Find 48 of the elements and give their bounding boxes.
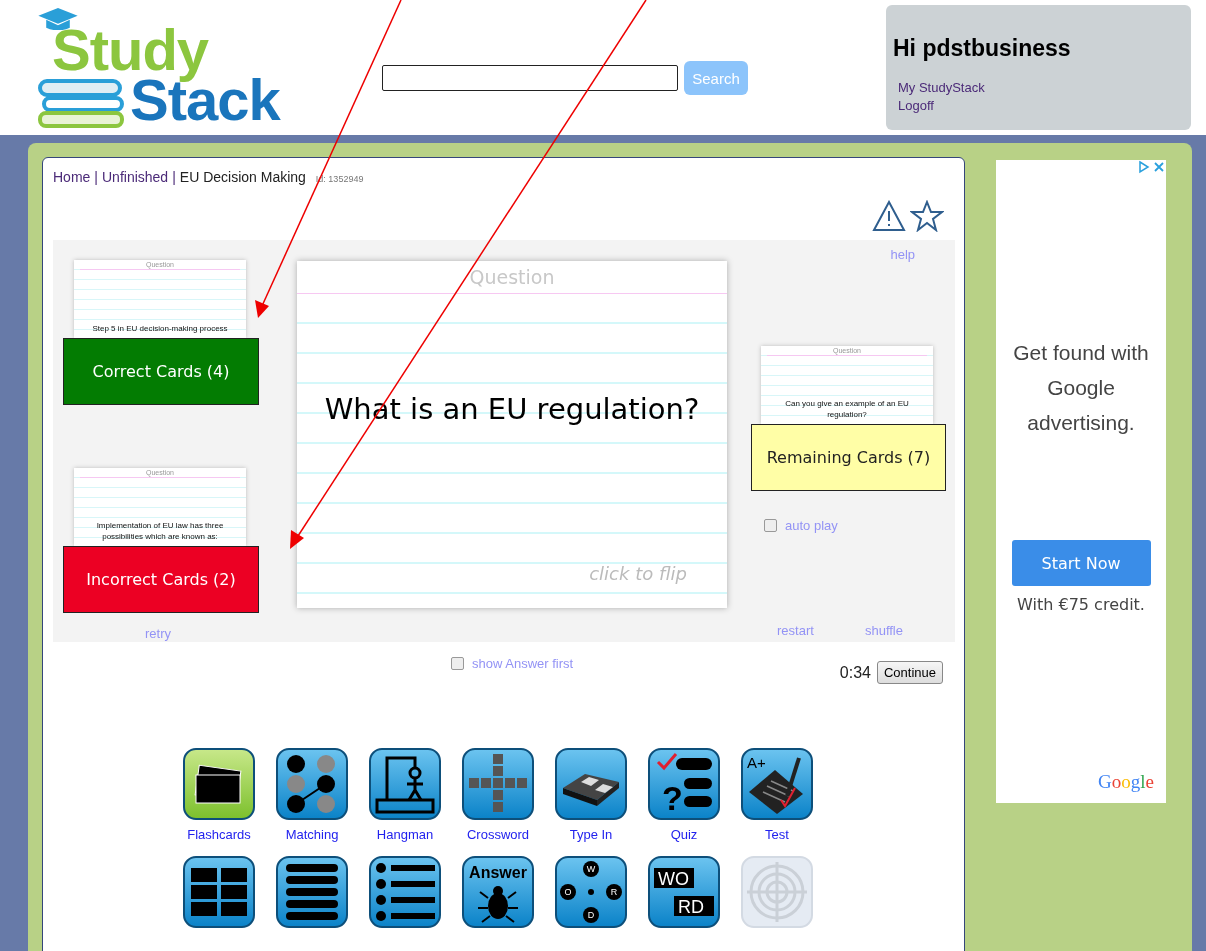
ad-text: Get found with Google advertising. <box>1012 340 1150 436</box>
studystack-logo[interactable]: Study Stack <box>38 8 318 128</box>
scramble-game-icon[interactable]: W O R D <box>555 856 627 928</box>
breadcrumb-link[interactable]: Home <box>53 169 91 185</box>
greeting-text: Hi pdstbusiness <box>893 35 1072 62</box>
ad-subtext: With €75 credit. <box>1017 595 1145 614</box>
continue-button[interactable]: Continue <box>876 661 943 684</box>
flashcards-game-icon[interactable] <box>183 748 255 820</box>
breadcrumb-separator: | <box>172 169 176 185</box>
game-link[interactable]: Hangman <box>376 827 434 851</box>
ad-choices-icon[interactable] <box>1136 160 1166 174</box>
game-link[interactable]: Quiz <box>670 827 698 851</box>
bugs-game-icon[interactable] <box>369 856 441 928</box>
typein-game-icon[interactable] <box>555 748 627 820</box>
test-game-icon[interactable]: A+ <box>741 748 813 820</box>
word-game-icon[interactable]: WO RD <box>648 856 720 928</box>
game-link[interactable]: Type In <box>569 827 613 851</box>
checkbox[interactable] <box>451 657 464 670</box>
flip-hint: click to flip <box>589 563 687 584</box>
answer-game-icon[interactable]: Answer <box>462 856 534 928</box>
card-text: Implementation of EU law has three possibilities which are known as: <box>95 520 225 542</box>
correct-cards-button[interactable]: Correct Cards (4) <box>63 338 259 405</box>
game-link[interactable]: Matching <box>285 827 339 851</box>
graduation-cap-icon <box>38 8 78 30</box>
search-field[interactable] <box>382 65 678 91</box>
user-link[interactable]: My StudyStack <box>898 79 1183 97</box>
card-text: Step 5 in EU decision-making process <box>92 323 228 334</box>
crossword-game-icon[interactable] <box>462 748 534 820</box>
game-link[interactable]: Test <box>765 827 789 851</box>
checkbox[interactable] <box>764 519 777 532</box>
user-link[interactable]: Logoff <box>898 97 1183 115</box>
breadcrumb-link[interactable]: Unfinished <box>102 169 169 185</box>
remaining-cards-button[interactable]: Remaining Cards (7) <box>751 424 946 491</box>
game-link[interactable]: Flashcards <box>187 827 251 851</box>
warning-icon[interactable] <box>872 200 906 232</box>
game-link[interactable]: Crossword <box>466 827 530 851</box>
matching-game-icon[interactable] <box>276 748 348 820</box>
grid-game-icon[interactable] <box>183 856 255 928</box>
hangman-game-icon[interactable] <box>369 748 441 820</box>
breadcrumb-separator: | <box>94 169 98 185</box>
google-logo: Google <box>1098 771 1154 793</box>
bars-game-icon[interactable] <box>276 856 348 928</box>
star-icon[interactable] <box>910 200 944 232</box>
quiz-game-icon[interactable]: ? <box>648 748 720 820</box>
breadcrumb-current: EU Decision Making <box>179 169 306 185</box>
timer-text: 0:34 <box>839 663 871 682</box>
incorrect-cards-button[interactable]: Incorrect Cards (2) <box>63 546 259 613</box>
card-text: Can you give an example of an EU regulation? <box>784 398 910 420</box>
